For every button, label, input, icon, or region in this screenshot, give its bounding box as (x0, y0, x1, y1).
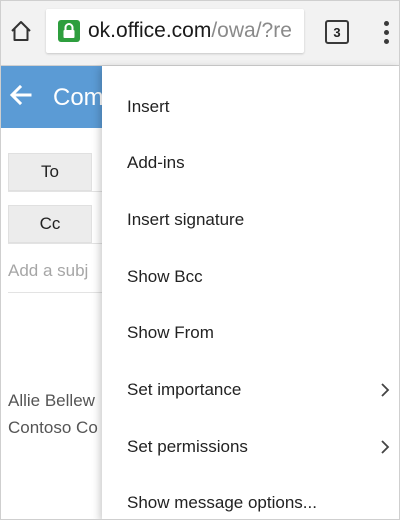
menu-item-show-from[interactable]: Show From (102, 308, 400, 358)
menu-item-label: Set permissions (127, 437, 248, 456)
back-button[interactable] (8, 82, 40, 112)
menu-item-add-ins[interactable]: Add-ins (102, 138, 400, 188)
url-path: /owa/?re (211, 19, 292, 42)
home-icon (11, 21, 31, 41)
signature-company: Contoso Co (8, 418, 98, 437)
overflow-menu: Insert Add-ins Insert signature Show Bcc… (102, 66, 400, 520)
signature-name: Allie Bellew (8, 391, 95, 410)
home-button[interactable] (4, 14, 38, 48)
cc-button[interactable]: Cc (8, 205, 92, 243)
menu-item-insert-signature[interactable]: Insert signature (102, 195, 400, 245)
menu-item-insert[interactable]: Insert (102, 82, 400, 132)
lock-icon (58, 20, 80, 42)
menu-item-show-bcc[interactable]: Show Bcc (102, 252, 400, 302)
menu-item-label: Insert (127, 97, 170, 116)
more-vertical-icon (383, 20, 389, 26)
menu-item-set-permissions[interactable]: Set permissions (102, 422, 400, 472)
menu-item-show-message-options[interactable]: Show message options... (102, 478, 400, 520)
menu-item-label: Set importance (127, 380, 242, 399)
menu-item-label: Show Bcc (127, 267, 203, 286)
tab-switcher-button[interactable]: 3 (325, 20, 349, 44)
menu-item-set-importance[interactable]: Set importance (102, 365, 400, 415)
menu-item-label: Add-ins (127, 153, 185, 172)
arrow-left-icon (9, 84, 32, 106)
menu-item-label: Show From (127, 323, 214, 342)
browser-toolbar: ok.office.com/owa/?re 3 (0, 0, 400, 66)
address-bar[interactable]: ok.office.com/owa/?re (46, 9, 304, 53)
compose-title: Com (53, 84, 104, 111)
chevron-right-icon (381, 440, 390, 454)
menu-item-label: Insert signature (127, 210, 245, 229)
chevron-right-icon (381, 383, 390, 397)
menu-item-label: Show message options... (127, 493, 317, 512)
subject-input[interactable] (8, 257, 100, 285)
browser-menu-button[interactable] (374, 14, 398, 50)
to-button[interactable]: To (8, 153, 92, 191)
url-host: ok.office.com (88, 19, 212, 42)
